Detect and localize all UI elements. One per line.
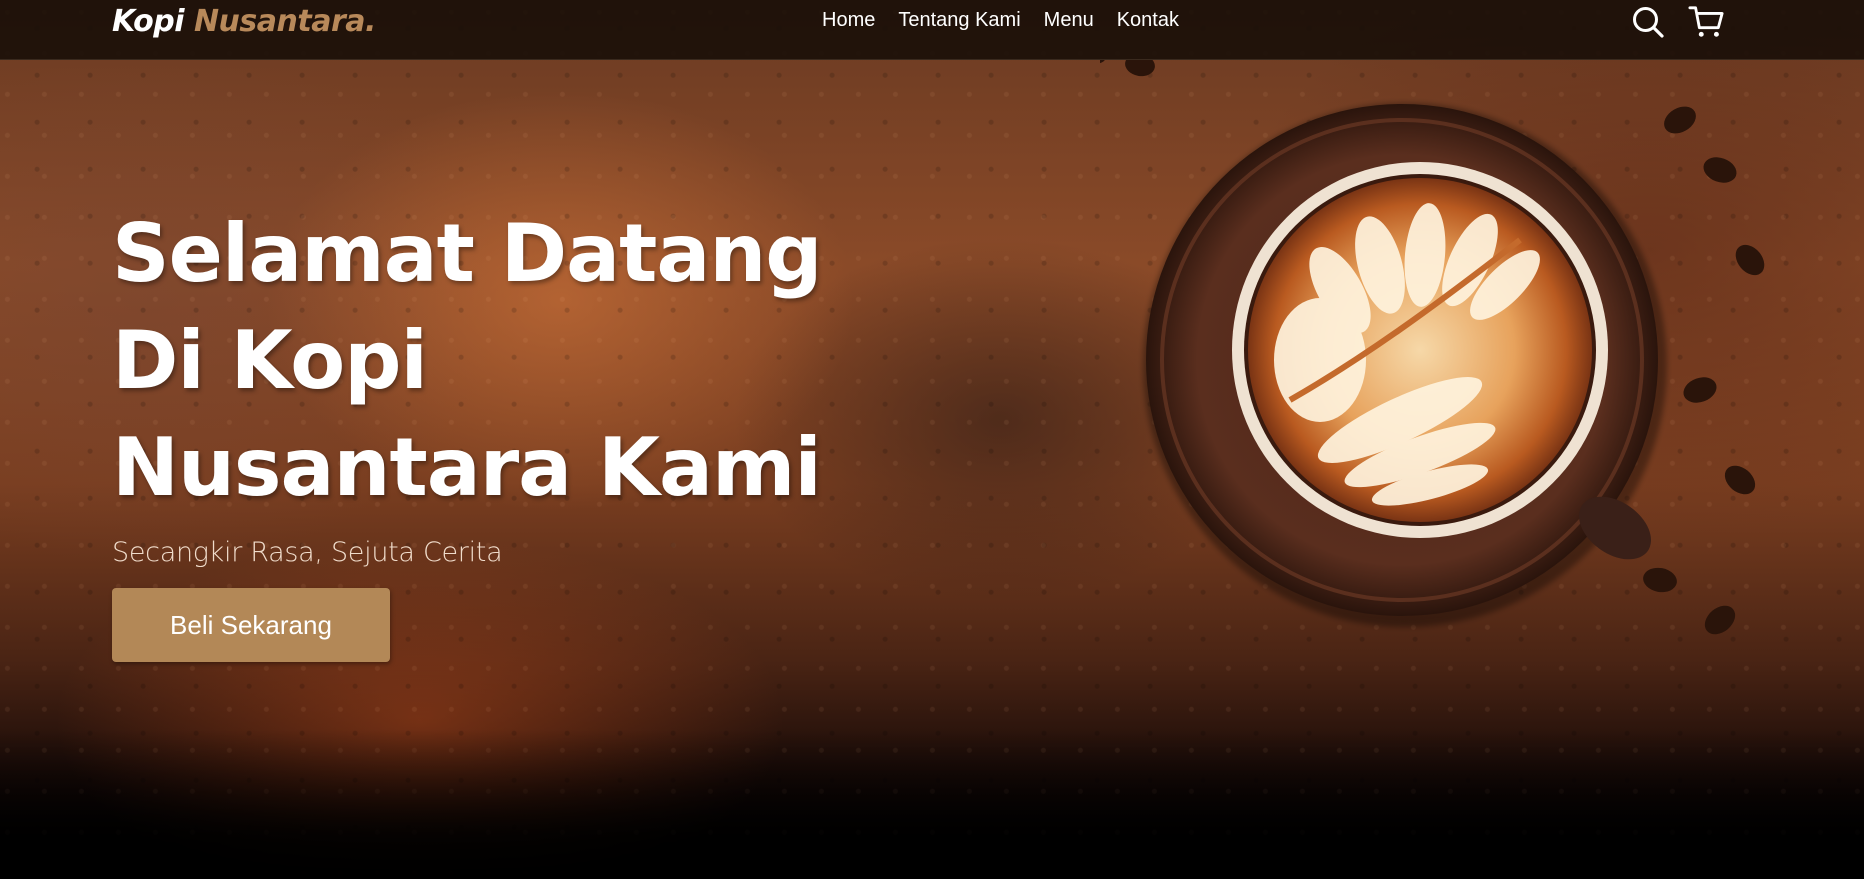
nav-link-tentang-kami[interactable]: Tentang Kami: [898, 9, 1020, 32]
hero-content: Selamat Datang Di Kopi Nusantara Kami Se…: [112, 200, 1012, 662]
hero-tagline: Secangkir Rasa, Sejuta Cerita: [112, 537, 503, 568]
nav-link-menu[interactable]: Menu: [1044, 9, 1094, 32]
hero-headline: Selamat Datang Di Kopi Nusantara Kami: [112, 200, 1012, 521]
nav-icons: [1630, 2, 1724, 42]
nav-links: Home Tentang Kami Menu Kontak: [822, 9, 1202, 32]
bottom-fade: [0, 729, 1864, 879]
nav-link-kontak[interactable]: Kontak: [1117, 9, 1179, 32]
navbar: Kopi Nusantara. Home Tentang Kami Menu K…: [0, 0, 1864, 60]
buy-now-button[interactable]: Beli Sekarang: [112, 588, 390, 662]
headline-line-2: Di Kopi: [112, 314, 428, 407]
logo-primary: Kopi: [112, 4, 184, 39]
search-icon[interactable]: [1630, 2, 1666, 42]
logo-accent: Nusantara.: [193, 4, 376, 39]
headline-line-3: Nusantara Kami: [112, 421, 822, 514]
coffee-cup-image: [1100, 60, 1765, 635]
shopping-cart-icon[interactable]: [1688, 2, 1724, 42]
nav-link-home[interactable]: Home: [822, 9, 875, 32]
logo[interactable]: Kopi Nusantara.: [112, 4, 376, 39]
headline-line-1: Selamat Datang: [112, 207, 823, 300]
